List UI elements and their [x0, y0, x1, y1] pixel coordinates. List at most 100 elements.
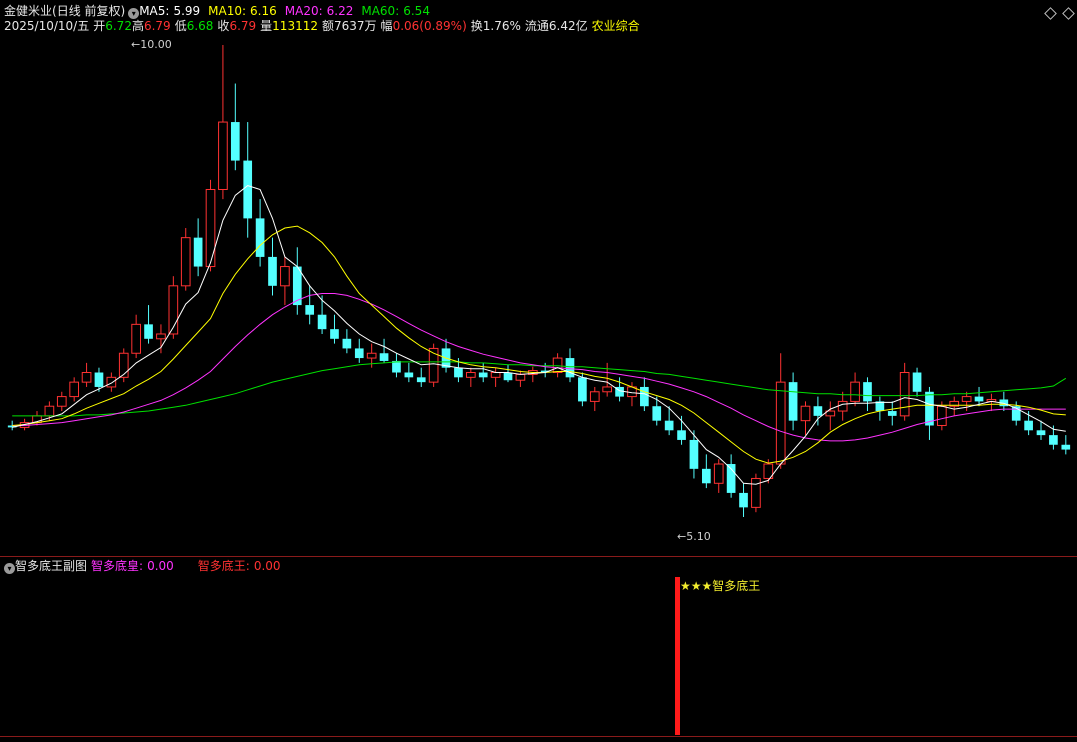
close-value: 6.79 [229, 19, 257, 33]
candle-body[interactable] [578, 377, 587, 402]
low-label: 低 [174, 19, 187, 33]
chevron-down-icon[interactable]: ▾ [4, 563, 15, 574]
candle-body[interactable] [689, 439, 699, 469]
candle-body[interactable] [366, 352, 377, 359]
candle-body[interactable] [193, 237, 203, 267]
panel-divider[interactable] [0, 556, 1077, 557]
candle-body[interactable] [330, 329, 339, 339]
float-label: 流通 [524, 19, 549, 33]
max-price-marker: ←10.00 [131, 38, 172, 51]
candle-body[interactable] [800, 405, 811, 422]
candle-body[interactable] [478, 372, 488, 378]
candle-body[interactable] [230, 122, 240, 161]
candle-body[interactable] [392, 360, 401, 373]
candle-body[interactable] [144, 324, 153, 339]
candle-body[interactable] [1024, 420, 1033, 431]
candle-body[interactable] [788, 382, 798, 421]
candle-body[interactable] [156, 333, 166, 340]
candle-body[interactable] [379, 353, 389, 361]
header-row-2: 2025/10/10/五 开6.72高6.79 低6.68 收6.79 量113112 额… [4, 18, 640, 34]
ma-lines [12, 185, 1067, 485]
candle-body[interactable] [404, 372, 414, 378]
candlestick-chart[interactable] [0, 0, 1077, 555]
candle-body[interactable] [850, 381, 860, 402]
candle-body[interactable] [565, 358, 575, 378]
sector-label[interactable]: 农业综合 [592, 19, 640, 33]
candle-body[interactable] [118, 352, 129, 378]
candle-body[interactable] [490, 372, 501, 378]
candle-body[interactable] [713, 463, 724, 484]
open-value: 6.72 [105, 19, 132, 33]
candle-body[interactable] [94, 372, 104, 387]
amount-label: 额 [321, 19, 334, 33]
arrow-left-icon: ← [131, 38, 141, 51]
close-label: 收 [217, 19, 230, 33]
ma60-value: 6.54 [403, 4, 430, 18]
candle-body[interactable] [515, 373, 526, 381]
candle-body[interactable] [205, 188, 216, 268]
candle-body[interactable] [106, 376, 117, 388]
candle-body[interactable] [416, 377, 426, 383]
candle-body[interactable] [44, 405, 55, 417]
candle-body[interactable] [1061, 444, 1071, 450]
candle-body[interactable] [131, 323, 141, 354]
amount-value: 7637万 [334, 19, 377, 33]
candle-body[interactable] [465, 372, 476, 378]
candle-body[interactable] [974, 396, 984, 402]
indicator1-value: 0.00 [147, 559, 174, 573]
candle-body[interactable] [899, 372, 910, 417]
ma10-value: 6.16 [250, 4, 277, 18]
ma20-value: 6.22 [326, 4, 354, 18]
candle-body[interactable] [961, 396, 972, 402]
ma5-value: 5.99 [173, 4, 201, 18]
candle-body[interactable] [69, 381, 80, 398]
candle-body[interactable] [677, 430, 686, 440]
candle-body[interactable] [280, 266, 290, 287]
candle-body[interactable] [640, 386, 649, 407]
ma10-label: MA10: [208, 4, 247, 18]
turnover-label: 换 [470, 19, 483, 33]
high-label: 高 [131, 19, 144, 33]
indicator1-label: 智多底皇: [91, 559, 144, 573]
ma60-label: MA60: [361, 4, 400, 18]
candle-body[interactable] [912, 372, 922, 392]
min-price-marker: ←5.10 [677, 530, 711, 543]
candle-body[interactable] [218, 121, 228, 190]
candle-body[interactable] [1049, 435, 1058, 445]
candle-body[interactable] [454, 367, 463, 378]
candle-body[interactable] [652, 406, 662, 421]
max-price-label: 10.00 [140, 38, 172, 51]
candle-body[interactable] [552, 357, 563, 374]
candle-body[interactable] [664, 420, 674, 431]
candle-body[interactable] [317, 314, 327, 330]
ma5-label: MA5: [139, 4, 170, 18]
candle-body[interactable] [589, 391, 600, 402]
candle-body[interactable] [268, 256, 277, 286]
candle-body[interactable] [503, 372, 513, 381]
candle-body[interactable] [602, 386, 613, 393]
candle-body[interactable] [354, 348, 364, 359]
candle-body[interactable] [887, 411, 897, 416]
candle-body[interactable] [701, 468, 711, 484]
candle-body[interactable] [180, 237, 191, 287]
candle-body[interactable] [775, 381, 786, 465]
candle-body[interactable] [243, 160, 253, 219]
candle-body[interactable] [56, 396, 67, 407]
open-label: 开 [93, 19, 106, 33]
candle-body[interactable] [81, 372, 92, 383]
bottom-border [0, 736, 1077, 737]
candle-body[interactable] [863, 382, 872, 402]
volume-value: 113112 [272, 19, 318, 33]
candle-body[interactable] [937, 405, 947, 426]
candle-body[interactable] [305, 305, 315, 315]
candle-body[interactable] [813, 406, 823, 416]
candle-body[interactable] [342, 338, 352, 349]
change-value: 0.06(0.89%) [392, 19, 467, 33]
period-label: (日线 前复权) [52, 4, 126, 18]
date-label: 2025/10/10/五 [4, 19, 90, 33]
candle-body[interactable] [739, 492, 748, 508]
sub-panel-title: 智多底王副图 [15, 559, 88, 573]
candle-body[interactable] [1036, 430, 1046, 436]
candle-body[interactable] [255, 218, 265, 257]
candle-body[interactable] [837, 400, 848, 412]
